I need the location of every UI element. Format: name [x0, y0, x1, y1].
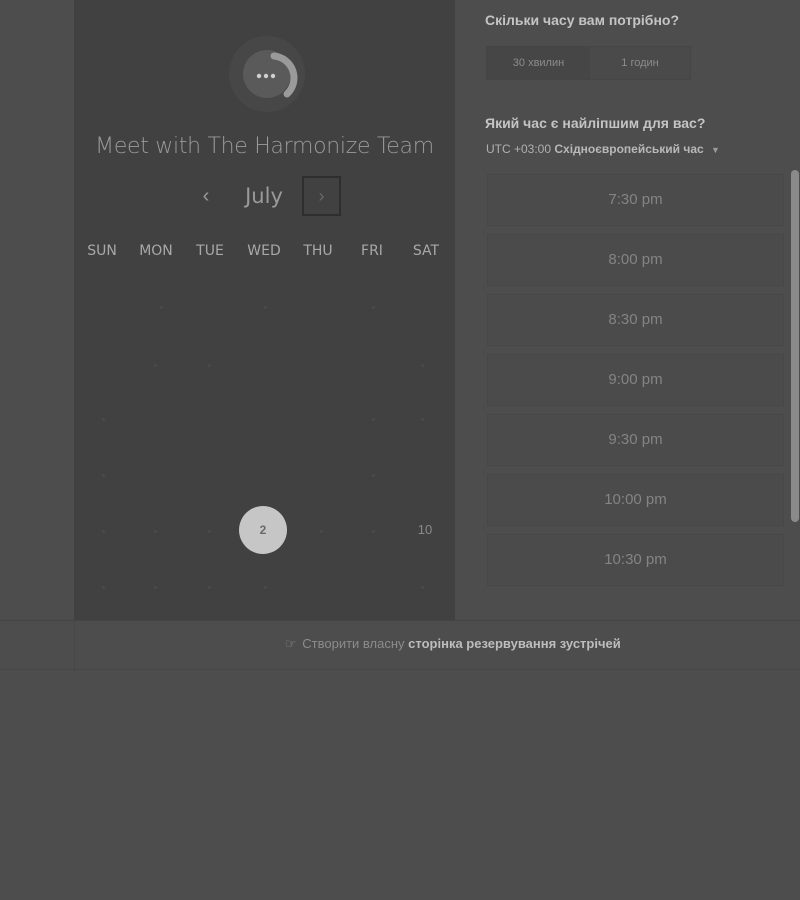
day-placeholder — [102, 586, 105, 589]
timezone-selector[interactable]: UTC +03:00 Східноєвропейський час ▼ — [486, 142, 720, 156]
time-slot[interactable]: 9:00 pm — [487, 354, 784, 406]
time-slot[interactable]: 8:00 pm — [487, 234, 784, 286]
duration-30-button[interactable]: 30 хвилин — [487, 47, 590, 79]
day-placeholder — [372, 306, 375, 309]
month-label: July — [245, 184, 283, 208]
day-cell: 10 — [417, 522, 433, 537]
day-placeholder — [160, 306, 163, 309]
time-question: Який час є найліпшим для вас? — [485, 115, 706, 131]
weekday-sat: SAT — [412, 243, 440, 259]
page-title: Meet with The Harmonize Team — [95, 134, 434, 159]
footer-inner: ☞ Створити власну сторінка резервування … — [74, 621, 800, 671]
duration-60-button[interactable]: 1 годин — [590, 47, 690, 79]
weekday-sun: SUN — [87, 243, 117, 259]
chat-bubble-icon — [243, 50, 298, 98]
day-placeholder — [421, 418, 424, 421]
day-placeholder — [208, 530, 211, 533]
booking-options: Скільки часу вам потрібно? 30 хвилин 1 г… — [485, 0, 800, 620]
day-placeholder — [102, 418, 105, 421]
scrollbar[interactable] — [791, 170, 799, 522]
time-slot[interactable]: 10:00 pm — [487, 474, 784, 526]
day-placeholder — [154, 364, 157, 367]
weekday-thu: THU — [303, 243, 333, 259]
weekday-wed: WED — [247, 243, 281, 259]
day-placeholder — [154, 586, 157, 589]
month-navigation: ‹ July › — [74, 176, 455, 216]
day-placeholder — [421, 586, 424, 589]
footer: ☞ Створити власну сторінка резервування … — [0, 620, 800, 671]
weekday-tue: TUE — [196, 243, 224, 259]
duration-selector: 30 хвилин 1 годин — [486, 46, 691, 80]
day-placeholder — [372, 418, 375, 421]
day-placeholder — [264, 586, 267, 589]
footer-link-text: сторінка резервування зустрічей — [408, 636, 621, 651]
calendar-panel: Meet with The Harmonize Team ‹ July › SU… — [74, 0, 455, 620]
duration-question: Скільки часу вам потрібно? — [485, 12, 680, 28]
prev-month-button[interactable]: ‹ — [194, 182, 218, 210]
day-placeholder — [320, 530, 323, 533]
next-month-button[interactable]: › — [302, 176, 341, 216]
weekday-header: SUN MON TUE WED THU FRI SAT — [74, 243, 455, 263]
day-placeholder — [372, 474, 375, 477]
day-selected[interactable]: 2 — [239, 506, 287, 554]
day-placeholder — [208, 364, 211, 367]
time-slot[interactable]: 8:30 pm — [487, 294, 784, 346]
weekday-fri: FRI — [361, 243, 383, 259]
day-placeholder — [102, 530, 105, 533]
weekday-mon: MON — [139, 243, 173, 259]
day-placeholder — [102, 474, 105, 477]
create-booking-page-link[interactable]: ☞ Створити власну сторінка резервування … — [285, 636, 621, 652]
pointer-icon: ☞ — [285, 636, 297, 651]
time-slot[interactable]: 7:30 pm — [487, 174, 784, 226]
day-placeholder — [421, 364, 424, 367]
footer-prefix: Створити власну — [302, 636, 405, 651]
caret-down-icon: ▼ — [711, 145, 720, 155]
day-placeholder — [154, 530, 157, 533]
time-slot[interactable]: 9:30 pm — [487, 414, 784, 466]
day-placeholder — [208, 586, 211, 589]
day-placeholder — [264, 306, 267, 309]
logo — [229, 36, 305, 112]
day-placeholder — [372, 530, 375, 533]
timezone-name: Східноєвропейський час — [554, 142, 704, 156]
timezone-offset: UTC +03:00 — [486, 142, 552, 156]
time-slot[interactable]: 10:30 pm — [487, 534, 784, 586]
